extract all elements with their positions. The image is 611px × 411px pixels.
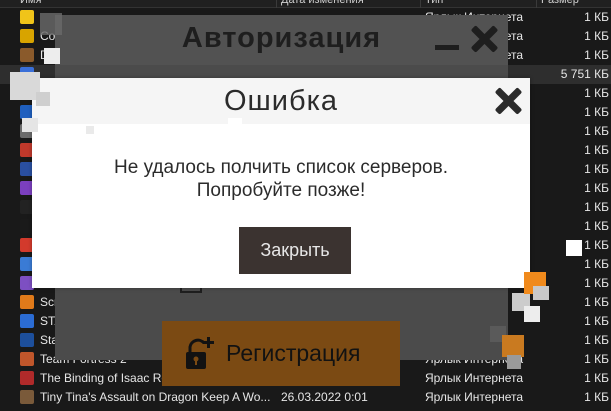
- shortcut-icon: [20, 390, 34, 404]
- file-size: 1 КБ: [584, 200, 609, 214]
- file-size: 1 КБ: [584, 314, 609, 328]
- file-size: 1 КБ: [584, 257, 609, 271]
- file-size: 1 КБ: [584, 86, 609, 100]
- register-label: Регистрация: [226, 340, 361, 366]
- file-size: 1 КБ: [584, 181, 609, 195]
- artifact-square: [40, 13, 62, 35]
- dialog-title: Ошибка: [223, 85, 339, 117]
- file-date: 26.03.2022 0:01: [281, 390, 368, 404]
- close-icon[interactable]: [469, 24, 499, 54]
- file-size: 1 КБ: [584, 352, 609, 366]
- artifact-square: [502, 335, 524, 357]
- shortcut-icon: [20, 29, 34, 43]
- lock-plus-icon: [186, 337, 214, 369]
- shortcut-icon: [20, 48, 34, 62]
- file-size: 1 КБ: [584, 105, 609, 119]
- register-button[interactable]: Регистрация: [162, 321, 400, 386]
- column-divider[interactable]: [536, 0, 537, 8]
- file-size: 1 КБ: [584, 10, 609, 24]
- shortcut-icon: [20, 10, 34, 24]
- artifact-square: [44, 48, 60, 64]
- file-size: 1 КБ: [584, 29, 609, 43]
- shortcut-icon: [20, 295, 34, 309]
- column-type[interactable]: Тип: [425, 0, 443, 8]
- file-size: 1 КБ: [584, 48, 609, 62]
- column-header: Имя Дата изменения Тип Размер: [0, 0, 611, 8]
- artifact-square: [22, 118, 38, 132]
- file-row[interactable]: Tiny Tina's Assault on Dragon Keep A Wo.…: [0, 388, 611, 407]
- error-message-line2: Попробуйте позже!: [196, 180, 366, 201]
- file-type: Ярлык Интернета: [425, 390, 524, 404]
- column-divider[interactable]: [276, 0, 277, 8]
- column-name[interactable]: Имя: [20, 0, 41, 8]
- file-name: Tiny Tina's Assault on Dragon Keep A Wo.…: [40, 390, 271, 404]
- error-message-line1: Не удалось полчить список серверов.: [114, 157, 448, 178]
- artifact-square: [566, 240, 582, 256]
- column-date[interactable]: Дата изменения: [281, 0, 364, 8]
- file-size: 5 751 КБ: [560, 67, 609, 81]
- artifact-square: [36, 92, 50, 106]
- artifact-square: [507, 355, 521, 369]
- screen: Имя Дата изменения Тип Размер Ярлык Инте…: [0, 0, 611, 411]
- file-size: 1 КБ: [584, 219, 609, 233]
- file-size: 1 КБ: [584, 295, 609, 309]
- minimize-icon[interactable]: [435, 45, 459, 50]
- close-button[interactable]: Закрыть: [239, 227, 351, 274]
- close-icon[interactable]: [493, 86, 523, 116]
- launcher-titlebar[interactable]: Авторизация: [55, 15, 508, 65]
- file-size: 1 КБ: [584, 162, 609, 176]
- artifact-square: [228, 118, 242, 130]
- error-dialog: Ошибка Не удалось полчить список серверо…: [32, 78, 530, 288]
- dialog-titlebar[interactable]: Ошибка: [32, 78, 530, 124]
- file-size: 1 КБ: [584, 143, 609, 157]
- file-size: 1 КБ: [584, 238, 609, 252]
- file-type: Ярлык Интернета: [425, 371, 524, 385]
- column-divider[interactable]: [420, 0, 421, 8]
- column-size[interactable]: Размер: [541, 0, 579, 8]
- file-size: 1 КБ: [584, 276, 609, 290]
- file-size: 1 КБ: [584, 390, 609, 404]
- error-message: Не удалось полчить список серверов. Попр…: [32, 156, 530, 202]
- file-size: 1 КБ: [584, 124, 609, 138]
- shortcut-icon: [20, 371, 34, 385]
- file-size: 1 КБ: [584, 333, 609, 347]
- artifact-square: [533, 286, 549, 300]
- shortcut-icon: [20, 352, 34, 366]
- artifact-square: [524, 306, 540, 322]
- file-size: 1 КБ: [584, 371, 609, 385]
- artifact-square: [86, 126, 94, 134]
- launcher-title: Авторизация: [181, 22, 382, 54]
- shortcut-icon: [20, 333, 34, 347]
- shortcut-icon: [20, 314, 34, 328]
